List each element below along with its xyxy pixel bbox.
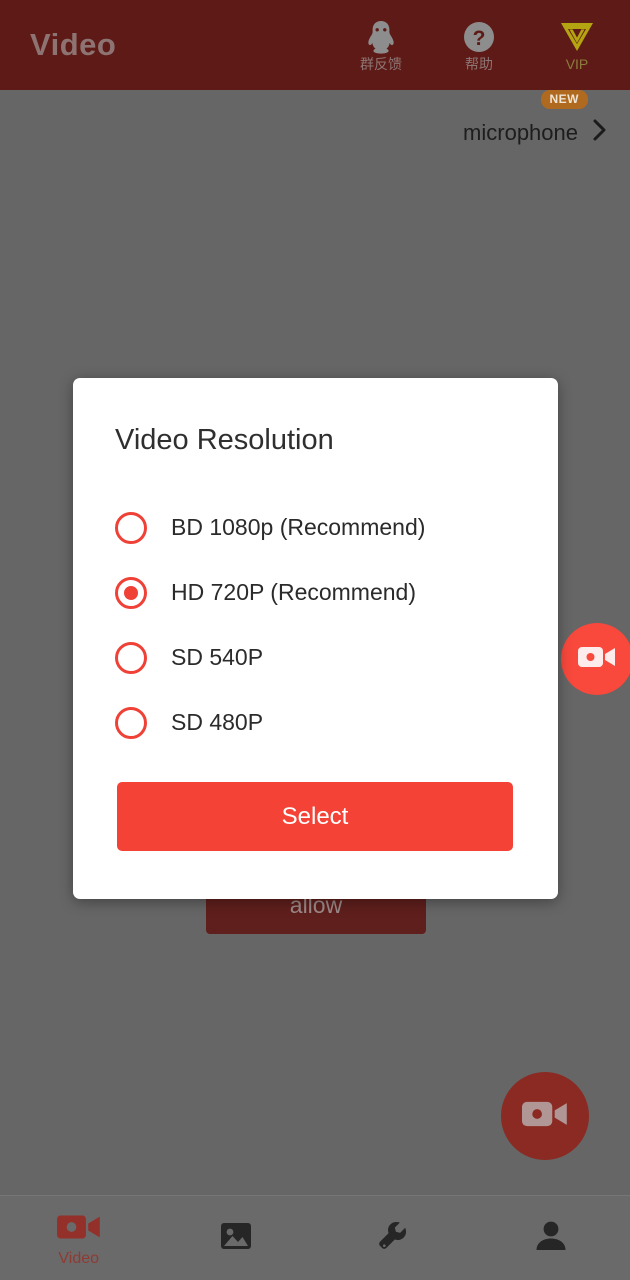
resolution-option[interactable]: SD 480P bbox=[115, 690, 515, 755]
resolution-option-label: HD 720P (Recommend) bbox=[171, 579, 417, 605]
radio-button-icon-selected[interactable] bbox=[115, 576, 147, 609]
qq-penguin-icon bbox=[366, 19, 396, 55]
vip-diamond-icon bbox=[558, 19, 596, 55]
nav-item-video[interactable]: Video bbox=[0, 1196, 158, 1280]
person-icon bbox=[533, 1217, 569, 1255]
nav-item-label: Video bbox=[58, 1250, 100, 1267]
header-action-label: 群反馈 bbox=[360, 55, 402, 72]
wrench-icon bbox=[376, 1217, 412, 1255]
radio-button-icon[interactable] bbox=[115, 641, 147, 674]
image-gallery-icon bbox=[218, 1217, 254, 1255]
resolution-option-label: SD 480P bbox=[171, 709, 264, 735]
record-video-fab-top[interactable] bbox=[561, 623, 630, 695]
svg-text:?: ? bbox=[473, 27, 486, 50]
new-badge: NEW bbox=[540, 90, 588, 109]
resolution-option-label: BD 1080p (Recommend) bbox=[171, 514, 426, 540]
radio-button-icon[interactable] bbox=[115, 511, 147, 544]
header-action-label: 帮助 bbox=[465, 55, 493, 72]
nav-item-profile[interactable] bbox=[473, 1196, 630, 1280]
video-camera-icon bbox=[578, 644, 616, 675]
video-resolution-dialog: Video Resolution BD 1080p (Recommend) HD… bbox=[73, 378, 558, 899]
page-title: Video bbox=[30, 27, 117, 62]
nav-item-tools[interactable] bbox=[315, 1196, 473, 1280]
resolution-option-label: SD 540P bbox=[171, 644, 264, 670]
resolution-option[interactable]: BD 1080p (Recommend) bbox=[115, 495, 515, 560]
header-actions: 群反馈 ? 帮助 VIP bbox=[350, 19, 630, 72]
nav-item-gallery[interactable] bbox=[158, 1196, 316, 1280]
resolution-options: BD 1080p (Recommend) HD 720P (Recommend)… bbox=[115, 495, 515, 755]
bottom-navigation: Video bbox=[0, 1195, 630, 1280]
dialog-title: Video Resolution bbox=[115, 424, 334, 456]
header-action-label: VIP bbox=[565, 55, 589, 72]
header-action-help[interactable]: ? 帮助 bbox=[448, 19, 510, 72]
microphone-label: microphone bbox=[463, 119, 578, 145]
select-button[interactable]: Select bbox=[117, 782, 513, 851]
chevron-right-icon bbox=[592, 118, 608, 147]
microphone-entry[interactable]: NEW microphone bbox=[463, 90, 608, 147]
record-video-fab-bottom[interactable] bbox=[501, 1072, 589, 1160]
video-camera-icon bbox=[522, 1098, 568, 1135]
resolution-option[interactable]: SD 540P bbox=[115, 625, 515, 690]
header-action-vip[interactable]: VIP bbox=[546, 19, 608, 72]
radio-button-icon[interactable] bbox=[115, 706, 147, 739]
video-camera-icon bbox=[56, 1208, 102, 1246]
app-header: Video 群反馈 ? 帮助 VIP bbox=[0, 0, 630, 90]
help-question-icon: ? bbox=[463, 19, 495, 55]
app-root: Video 群反馈 ? 帮助 VIP NEW microphone allow … bbox=[0, 0, 630, 1280]
header-action-feedback[interactable]: 群反馈 bbox=[350, 19, 412, 72]
resolution-option[interactable]: HD 720P (Recommend) bbox=[115, 560, 515, 625]
